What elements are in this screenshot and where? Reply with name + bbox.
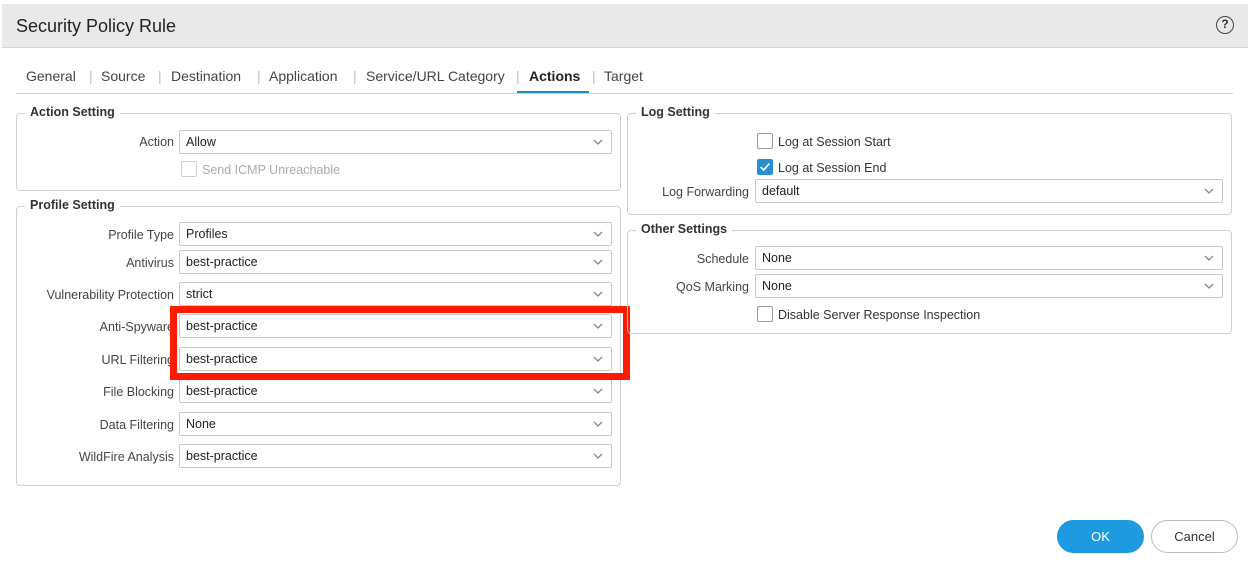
tab-target[interactable]: Target: [604, 68, 643, 84]
schedule-label: Schedule: [696, 252, 749, 266]
url-filtering-label: URL Filtering: [101, 353, 174, 367]
url-filtering-select[interactable]: best-practice: [179, 347, 612, 371]
tab-separator: |: [516, 68, 520, 84]
tab-separator: |: [592, 68, 596, 84]
qos-marking-select[interactable]: None: [755, 274, 1223, 298]
tab-separator: |: [158, 68, 162, 84]
data-filtering-value: None: [186, 417, 216, 431]
dialog-title: Security Policy Rule: [16, 16, 177, 36]
tab-application[interactable]: Application: [269, 68, 338, 84]
url-filtering-value: best-practice: [186, 352, 258, 366]
other-settings-legend: Other Settings: [636, 222, 733, 236]
vulnerability-protection-value: strict: [186, 287, 213, 301]
chevron-down-icon: [593, 231, 603, 237]
vulnerability-protection-label: Vulnerability Protection: [46, 288, 174, 302]
schedule-value: None: [762, 251, 792, 265]
antivirus-select[interactable]: best-practice: [179, 250, 612, 274]
checkmark-icon: [760, 162, 770, 172]
file-blocking-value: best-practice: [186, 384, 258, 398]
tab-destination[interactable]: Destination: [171, 68, 241, 84]
help-icon[interactable]: ?: [1216, 16, 1234, 34]
anti-spyware-select[interactable]: best-practice: [179, 314, 612, 338]
log-setting-legend: Log Setting: [636, 105, 715, 119]
action-label: Action: [139, 135, 174, 149]
chevron-down-icon: [593, 259, 603, 265]
chevron-down-icon: [1204, 283, 1214, 289]
tab-separator: |: [257, 68, 261, 84]
anti-spyware-value: best-practice: [186, 319, 258, 333]
tab-bar: General | Source | Destination | Applica…: [16, 66, 1233, 94]
antivirus-value: best-practice: [186, 255, 258, 269]
dialog-title-bar: Security Policy Rule ?: [2, 4, 1248, 48]
anti-spyware-label: Anti-Spyware: [99, 320, 174, 334]
tab-separator: |: [353, 68, 357, 84]
log-forwarding-value: default: [762, 184, 800, 198]
log-forwarding-select[interactable]: default: [755, 179, 1223, 203]
chevron-down-icon: [593, 291, 603, 297]
chevron-down-icon: [1204, 255, 1214, 261]
disable-server-response-inspection-checkbox[interactable]: [757, 306, 773, 322]
log-at-session-end-checkbox[interactable]: [757, 159, 773, 175]
action-select[interactable]: Allow: [179, 130, 612, 154]
chevron-down-icon: [593, 421, 603, 427]
file-blocking-select[interactable]: best-practice: [179, 379, 612, 403]
tab-actions[interactable]: Actions: [529, 68, 580, 84]
data-filtering-label: Data Filtering: [99, 418, 174, 432]
tab-general[interactable]: General: [26, 68, 76, 84]
cancel-button[interactable]: Cancel: [1151, 520, 1238, 553]
action-value: Allow: [186, 135, 216, 149]
active-tab-indicator: [517, 91, 589, 93]
chevron-down-icon: [593, 139, 603, 145]
profile-type-value: Profiles: [186, 227, 228, 241]
file-blocking-label: File Blocking: [103, 385, 174, 399]
wildfire-analysis-label: WildFire Analysis: [78, 450, 174, 464]
chevron-down-icon: [593, 323, 603, 329]
wildfire-analysis-value: best-practice: [186, 449, 258, 463]
profile-setting-legend: Profile Setting: [25, 198, 120, 212]
tab-separator: |: [89, 68, 93, 84]
send-icmp-unreachable-label: Send ICMP Unreachable: [202, 163, 341, 177]
log-at-session-end-label: Log at Session End: [778, 161, 887, 175]
action-setting-legend: Action Setting: [25, 105, 120, 119]
wildfire-analysis-select[interactable]: best-practice: [179, 444, 612, 468]
ok-button[interactable]: OK: [1057, 520, 1144, 553]
profile-type-select[interactable]: Profiles: [179, 222, 612, 246]
chevron-down-icon: [593, 356, 603, 362]
log-forwarding-label: Log Forwarding: [662, 185, 749, 199]
tab-service-url-category[interactable]: Service/URL Category: [366, 68, 505, 84]
send-icmp-unreachable-checkbox[interactable]: [181, 161, 197, 177]
schedule-select[interactable]: None: [755, 246, 1223, 270]
antivirus-label: Antivirus: [126, 256, 174, 270]
profile-type-label: Profile Type: [108, 228, 174, 242]
chevron-down-icon: [593, 453, 603, 459]
disable-server-response-inspection-label: Disable Server Response Inspection: [778, 308, 981, 322]
qos-marking-label: QoS Marking: [676, 280, 749, 294]
vulnerability-protection-select[interactable]: strict: [179, 282, 612, 306]
chevron-down-icon: [1204, 188, 1214, 194]
qos-marking-value: None: [762, 279, 792, 293]
log-at-session-start-label: Log at Session Start: [778, 135, 891, 149]
tab-source[interactable]: Source: [101, 68, 145, 84]
chevron-down-icon: [593, 388, 603, 394]
data-filtering-select[interactable]: None: [179, 412, 612, 436]
log-at-session-start-checkbox[interactable]: [757, 133, 773, 149]
